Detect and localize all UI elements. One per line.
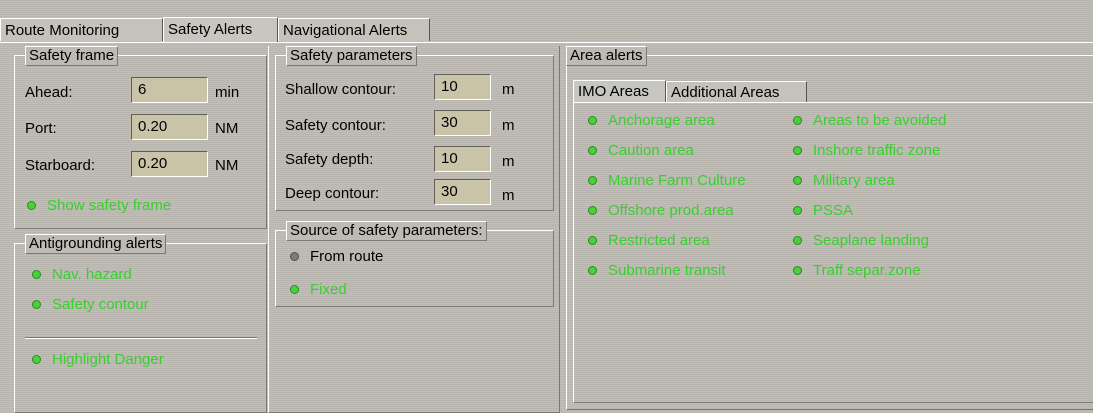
tab-safety-alerts[interactable]: Safety Alerts: [163, 17, 278, 42]
area-label: PSSA: [813, 202, 854, 219]
tab-navigational-alerts[interactable]: Navigational Alerts: [278, 18, 430, 41]
deep-contour-label: Deep contour:: [285, 185, 380, 202]
safety-depth-label: Safety depth:: [285, 151, 374, 168]
indicator-icon: [793, 205, 802, 215]
indicator-icon: [588, 235, 597, 245]
fixed-label: Fixed: [310, 281, 347, 298]
antigrounding-title: Antigrounding alerts: [25, 234, 167, 254]
fixed-radio[interactable]: Fixed: [290, 281, 347, 299]
indicator-icon: [588, 205, 597, 215]
area-checkbox[interactable]: Caution area: [588, 142, 694, 160]
shallow-contour-label: Shallow contour:: [285, 81, 396, 98]
shallow-contour-input[interactable]: 10: [434, 74, 491, 100]
indicator-icon: [793, 235, 802, 245]
area-checkbox[interactable]: Restricted area: [588, 232, 710, 250]
indicator-icon: [588, 175, 597, 185]
from-route-label: From route: [310, 248, 384, 265]
area-checkbox[interactable]: Marine Farm Culture: [588, 172, 746, 190]
indicator-icon: [32, 299, 41, 309]
area-alerts-title: Area alerts: [566, 46, 647, 66]
area-checkbox[interactable]: Areas to be avoided: [793, 112, 946, 130]
starboard-unit: NM: [215, 157, 239, 174]
area-checkbox[interactable]: Submarine transit: [588, 262, 726, 280]
indicator-icon: [588, 115, 597, 125]
area-checkbox[interactable]: Seaplane landing: [793, 232, 929, 250]
area-label: Offshore prod.area: [608, 202, 734, 219]
divider: [25, 337, 257, 339]
show-safety-frame-label: Show safety frame: [47, 197, 172, 214]
area-checkbox[interactable]: Inshore traffic zone: [793, 142, 940, 160]
starboard-input[interactable]: 0.20: [131, 151, 208, 177]
antigrounding-group: Antigrounding alerts Nav. hazard Safety …: [14, 234, 267, 413]
area-label: Submarine transit: [608, 262, 726, 279]
area-label: Anchorage area: [608, 112, 715, 129]
starboard-label: Starboard:: [25, 157, 96, 174]
from-route-radio[interactable]: From route: [290, 248, 383, 266]
tab-route-monitoring[interactable]: Route Monitoring: [0, 18, 163, 41]
indicator-icon: [793, 115, 802, 125]
show-safety-frame-checkbox[interactable]: Show safety frame: [27, 197, 171, 215]
safety-contour-unit: m: [502, 117, 515, 134]
safety-contour-label: Safety contour:: [285, 117, 386, 134]
area-label: Seaplane landing: [813, 232, 929, 249]
deep-contour-input[interactable]: 30: [434, 179, 491, 205]
shallow-contour-unit: m: [502, 81, 515, 98]
indicator-icon: [27, 200, 36, 210]
area-label: Marine Farm Culture: [608, 172, 746, 189]
safety-depth-input[interactable]: 10: [434, 146, 491, 172]
safety-depth-unit: m: [502, 153, 515, 170]
area-label: Military area: [813, 172, 895, 189]
tab-additional-areas[interactable]: Additional Areas: [666, 81, 807, 103]
indicator-icon: [793, 145, 802, 155]
safety-frame-title: Safety frame: [25, 46, 119, 66]
area-checkbox[interactable]: Offshore prod.area: [588, 202, 734, 220]
indicator-icon: [588, 265, 597, 275]
ahead-label: Ahead:: [25, 84, 73, 101]
safety-parameters-title: Safety parameters: [286, 46, 417, 66]
indicator-icon: [32, 354, 41, 364]
indicator-icon: [588, 145, 597, 155]
port-label: Port:: [25, 120, 57, 137]
safety-contour-input[interactable]: 30: [434, 110, 491, 136]
nav-hazard-checkbox[interactable]: Nav. hazard: [32, 266, 132, 284]
source-group: Source of safety parameters: From route …: [275, 221, 554, 307]
ahead-unit: min: [215, 84, 240, 101]
area-checkbox[interactable]: Anchorage area: [588, 112, 715, 130]
area-label: Restricted area: [608, 232, 710, 249]
indicator-icon: [793, 175, 802, 185]
ahead-input[interactable]: 6: [131, 77, 208, 103]
safety-contour-alert-label: Safety contour: [52, 296, 149, 313]
area-label: Traff separ.zone: [813, 262, 921, 279]
indicator-icon: [32, 269, 41, 279]
port-unit: NM: [215, 120, 239, 137]
tab-underline: [0, 42, 1093, 43]
highlight-danger-label: Highlight Danger: [52, 351, 164, 368]
deep-contour-unit: m: [502, 187, 515, 204]
radio-on-icon: [290, 284, 299, 294]
safety-parameters-group: Safety parameters Shallow contour: 10 m …: [275, 46, 554, 211]
nav-hazard-label: Nav. hazard: [52, 266, 132, 283]
highlight-danger-checkbox[interactable]: Highlight Danger: [32, 351, 164, 369]
area-label: Inshore traffic zone: [813, 142, 941, 159]
area-checkbox[interactable]: Traff separ.zone: [793, 262, 921, 280]
area-label: Areas to be avoided: [813, 112, 947, 129]
area-checkbox[interactable]: Military area: [793, 172, 895, 190]
port-input[interactable]: 0.20: [131, 114, 208, 140]
main-tab-bar: Route Monitoring Safety Alerts Navigatio…: [0, 17, 1093, 42]
area-label: Caution area: [608, 142, 694, 159]
safety-contour-alert-checkbox[interactable]: Safety contour: [32, 296, 149, 314]
indicator-icon: [793, 265, 802, 275]
area-alerts-group: Area alerts IMO Areas Additional Areas A…: [566, 46, 1093, 410]
area-checkbox[interactable]: PSSA: [793, 202, 853, 220]
radio-off-icon: [290, 251, 299, 261]
tab-imo-areas[interactable]: IMO Areas: [573, 80, 666, 102]
source-title: Source of safety parameters:: [286, 221, 487, 241]
safety-frame-group: Safety frame Ahead: 6 min Port: 0.20 NM …: [14, 46, 267, 229]
